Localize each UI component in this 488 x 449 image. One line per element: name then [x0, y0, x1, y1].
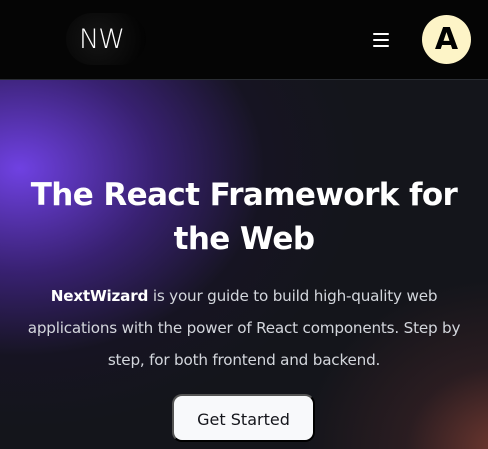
- logo-text: NW: [79, 24, 125, 55]
- hamburger-menu-icon[interactable]: [369, 28, 393, 52]
- hero-title: The React Framework for the Web: [30, 177, 458, 257]
- avatar[interactable]: A: [422, 15, 471, 64]
- brand-name: NextWizard: [50, 287, 149, 305]
- hero-description: NextWizard is your guide to build high-q…: [20, 280, 468, 376]
- get-started-button[interactable]: Get Started: [172, 394, 315, 442]
- page: NW A The React Framework for the Web Nex…: [0, 0, 488, 449]
- top-navbar: NW A: [0, 0, 488, 80]
